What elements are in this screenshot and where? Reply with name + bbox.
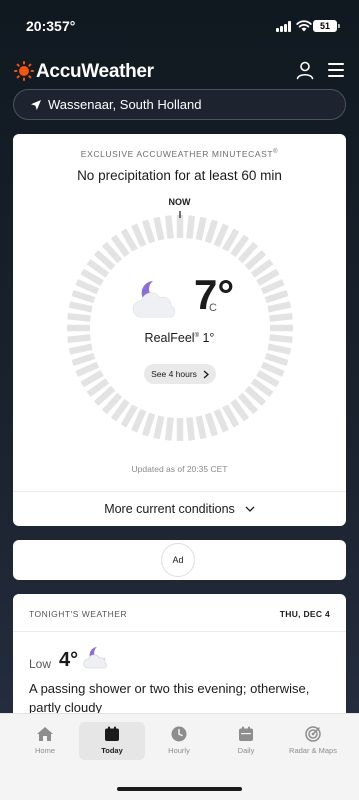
- realfeel-label: RealFeel: [144, 331, 195, 345]
- calendar-icon: [239, 726, 253, 741]
- nav-today-label: Today: [101, 746, 123, 755]
- tonight-header: TONIGHT'S WEATHER THU, DEC 4: [13, 594, 346, 632]
- nav-hourly[interactable]: Hourly: [146, 722, 212, 760]
- minute-tick: [120, 228, 138, 252]
- sun-logo-icon: [14, 61, 34, 81]
- nav-daily[interactable]: Daily: [213, 722, 279, 760]
- minute-tick: [269, 312, 293, 322]
- app-header: AccuWeather: [0, 56, 359, 86]
- more-conditions-label: More current conditions: [104, 502, 235, 516]
- clock-icon: [171, 726, 187, 742]
- minute-tick: [260, 361, 285, 377]
- minute-tick: [264, 352, 289, 367]
- minute-tick: [204, 219, 219, 244]
- low-label: Low: [29, 657, 52, 671]
- account-icon[interactable]: [295, 60, 315, 80]
- menu-icon[interactable]: [328, 63, 344, 77]
- see-hours-button[interactable]: See 4 hours: [144, 364, 216, 384]
- location-name: Wassenaar, South Holland: [48, 97, 202, 112]
- minutecast-card: EXCLUSIVE ACCUWEATHER MINUTECAST® No pre…: [13, 134, 346, 526]
- temperature-unit: C: [209, 302, 217, 314]
- minute-tick: [222, 404, 240, 428]
- minute-tick: [267, 301, 292, 313]
- updated-timestamp: Updated as of 20:35 CET: [131, 464, 228, 474]
- minute-tick: [141, 219, 156, 244]
- minute-tick: [186, 417, 196, 441]
- minute-tick: [186, 215, 196, 239]
- minute-tick: [260, 279, 285, 295]
- home-icon: [37, 727, 53, 741]
- minute-tick: [75, 361, 100, 377]
- minute-tick: [164, 417, 174, 441]
- realfeel-value: 1°: [202, 331, 215, 345]
- minutecast-headline: No precipitation for at least 60 min: [77, 168, 282, 183]
- minute-tick: [256, 268, 280, 286]
- realfeel-registered-mark: ®: [194, 332, 199, 339]
- ad-card[interactable]: Ad: [13, 540, 346, 580]
- minute-tick: [75, 279, 100, 295]
- nav-home[interactable]: Home: [12, 722, 78, 760]
- cellular-signal-icon: [276, 21, 293, 32]
- minute-tick: [153, 415, 165, 440]
- partly-cloudy-night-icon: [83, 647, 107, 669]
- minute-tick: [213, 223, 229, 248]
- chevron-right-icon: [203, 370, 209, 378]
- minute-tick: [131, 408, 147, 433]
- more-current-conditions-button[interactable]: More current conditions: [13, 491, 346, 526]
- location-arrow-icon: [31, 100, 41, 110]
- chevron-down-icon: [245, 506, 255, 512]
- minute-tick: [195, 415, 207, 440]
- minute-tick: [68, 301, 93, 313]
- radar-icon: [305, 726, 321, 742]
- minute-tick: [68, 343, 93, 355]
- minute-tick: [195, 216, 207, 241]
- ad-badge: Ad: [161, 543, 195, 577]
- nav-home-label: Home: [34, 746, 55, 755]
- low-temperature: 4°: [59, 649, 79, 671]
- status-time: 20:35: [26, 18, 62, 34]
- partly-cloudy-night-icon: [132, 281, 175, 318]
- now-label: NOW: [168, 197, 191, 207]
- minute-tick: [204, 412, 219, 437]
- minute-tick: [264, 289, 289, 304]
- nav-daily-label: Daily: [237, 746, 255, 755]
- tonight-title: TONIGHT'S WEATHER: [29, 609, 128, 619]
- status-temperature: 7°: [62, 18, 76, 34]
- minutecast-dial[interactable]: [63, 211, 297, 445]
- minute-tick: [131, 223, 147, 248]
- minute-tick: [222, 228, 240, 252]
- minute-tick: [120, 404, 138, 428]
- nav-hourly-label: Hourly: [168, 746, 190, 755]
- wifi-icon: [296, 20, 312, 32]
- minute-tick: [80, 268, 104, 286]
- registered-mark: ®: [273, 149, 279, 156]
- nav-radar-maps-label: Radar & Maps: [289, 746, 337, 755]
- minute-tick: [71, 352, 96, 367]
- minute-tick: [153, 216, 165, 241]
- location-selector[interactable]: Wassenaar, South Holland: [13, 89, 346, 120]
- minute-tick: [256, 370, 280, 388]
- tonight-weather-card[interactable]: TONIGHT'S WEATHER THU, DEC 4 Low 4° A pa…: [13, 594, 346, 724]
- tonight-date: THU, DEC 4: [279, 609, 330, 619]
- minute-tick: [164, 215, 174, 239]
- nav-radar-maps[interactable]: Radar & Maps: [280, 722, 346, 760]
- calendar-today-icon: [105, 726, 119, 741]
- minute-tick: [267, 343, 292, 355]
- minutecast-label: EXCLUSIVE ACCUWEATHER MINUTECAST®: [13, 149, 346, 159]
- status-bar: 20:35 7° 51: [0, 0, 359, 44]
- nav-today[interactable]: Today: [79, 722, 145, 760]
- see-hours-label: See 4 hours: [151, 369, 197, 379]
- battery-icon: 51: [313, 20, 340, 32]
- minute-tick: [71, 289, 96, 304]
- app-logo-text: AccuWeather: [36, 61, 154, 82]
- home-indicator: [117, 787, 242, 791]
- minute-tick: [67, 312, 91, 322]
- minutecast-label-text: EXCLUSIVE ACCUWEATHER MINUTECAST: [80, 149, 274, 159]
- minute-tick: [141, 412, 156, 437]
- tonight-description: A passing shower or two this evening; ot…: [29, 681, 310, 715]
- realfeel: RealFeel® 1°: [13, 331, 346, 345]
- minute-tick: [213, 408, 229, 433]
- minute-tick: [80, 370, 104, 388]
